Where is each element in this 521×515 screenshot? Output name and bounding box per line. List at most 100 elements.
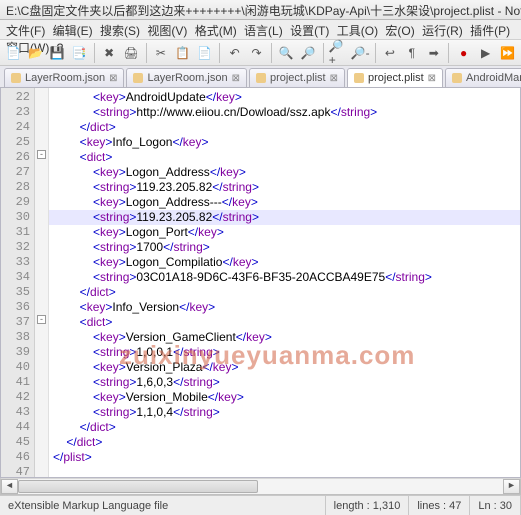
status-filetype: eXtensible Markup Language file <box>0 496 326 515</box>
tab-label: AndroidManifest.xml <box>466 72 521 84</box>
record-macro-icon[interactable]: ● <box>454 42 473 64</box>
menu-item[interactable]: 视图(V) <box>147 24 187 38</box>
play-macro-icon[interactable]: ▶ <box>476 42 495 64</box>
scroll-thumb[interactable] <box>18 480 258 493</box>
code-line: <key>Version_Plaza</key> <box>53 360 520 375</box>
file-icon <box>256 73 266 83</box>
tab-close-icon[interactable]: ⊠ <box>109 73 117 84</box>
cut-icon[interactable]: ✂ <box>151 42 170 64</box>
fold-gutter: -- <box>35 88 49 477</box>
document-tab[interactable]: project.plist⊠ <box>249 68 345 87</box>
paste-icon[interactable]: 📄 <box>195 42 214 64</box>
editor-area: 22 23 24 25 26 27 28 29 30 31 32 33 34 3… <box>0 88 521 478</box>
menu-item[interactable]: 宏(O) <box>385 24 414 38</box>
code-line: <string>03C01A18-9D6C-43F6-BF35-20ACCBA4… <box>53 270 520 285</box>
scroll-track[interactable] <box>18 479 503 494</box>
zoom-out-icon[interactable]: 🔎- <box>351 42 370 64</box>
save-icon[interactable]: 💾 <box>48 42 67 64</box>
toolbar-separator <box>219 43 220 63</box>
fold-toggle-icon[interactable]: - <box>37 150 46 159</box>
code-line: </dict> <box>53 285 520 300</box>
toolbar-separator <box>448 43 449 63</box>
copy-icon[interactable]: 📋 <box>173 42 192 64</box>
code-line: <string>1,1,0,4</string> <box>53 405 520 420</box>
code-line: </dict> <box>53 120 520 135</box>
status-bar: eXtensible Markup Language file length :… <box>0 495 521 515</box>
code-line: <key>Version_GameClient</key> <box>53 330 520 345</box>
file-icon <box>354 73 364 83</box>
new-file-icon[interactable]: 📄 <box>4 42 23 64</box>
status-ln: Ln : 30 <box>470 496 521 515</box>
menu-item[interactable]: 插件(P) <box>470 24 510 38</box>
scroll-left-button[interactable]: ◄ <box>1 479 18 494</box>
code-line: </dict> <box>53 420 520 435</box>
save-all-icon[interactable]: 📑 <box>70 42 89 64</box>
print-icon[interactable]: 🖨 <box>122 42 141 64</box>
code-line: <dict> <box>53 150 520 165</box>
replace-icon[interactable]: 🔎 <box>299 42 318 64</box>
code-line: </plist> <box>53 450 520 465</box>
menu-item[interactable]: 编辑(E) <box>53 24 93 38</box>
zoom-in-icon[interactable]: 🔎+ <box>329 42 348 64</box>
file-icon <box>11 73 21 83</box>
show-all-icon[interactable]: ¶ <box>402 42 421 64</box>
document-tab[interactable]: LayerRoom.json ⊠ <box>126 68 246 87</box>
tab-close-icon[interactable]: ⊠ <box>232 73 240 84</box>
code-line: <string>1,0,0,1</string> <box>53 345 520 360</box>
toolbar-separator <box>146 43 147 63</box>
tab-bar: LayerRoom.json⊠LayerRoom.json⊠project.pl… <box>0 66 521 88</box>
open-file-icon[interactable]: 📂 <box>26 42 45 64</box>
code-line: <key>Info_Logon</key> <box>53 135 520 150</box>
code-line: <key>Logon_Compilatio</key> <box>53 255 520 270</box>
menu-item[interactable]: 格式(M) <box>195 24 237 38</box>
scroll-right-button[interactable]: ► <box>503 479 520 494</box>
code-line: <string>1700</string> <box>53 240 520 255</box>
menu-bar: 文件(F) 编辑(E) 搜索(S) 视图(V) 格式(M) 语言(L) 设置(T… <box>0 20 521 40</box>
code-line: </dict> <box>53 435 520 450</box>
undo-icon[interactable]: ↶ <box>225 42 244 64</box>
playback-multi-icon[interactable]: ⏩ <box>498 42 517 64</box>
fold-toggle-icon[interactable]: - <box>37 315 46 324</box>
status-lines: lines : 47 <box>409 496 470 515</box>
code-line: <string>http://www.eiiou.cn/Dowload/ssz.… <box>53 105 520 120</box>
tab-close-icon[interactable]: ⊠ <box>330 73 338 84</box>
code-line: <key>AndroidUpdate</key> <box>53 90 520 105</box>
code-line: <key>Logon_Address---</key> <box>53 195 520 210</box>
tab-label: LayerRoom.json <box>25 72 105 84</box>
toolbar-separator <box>94 43 95 63</box>
indent-icon[interactable]: ➡ <box>424 42 443 64</box>
document-tab[interactable]: LayerRoom.json ⊠ <box>4 68 124 87</box>
code-line: <string>1,6,0,3</string> <box>53 375 520 390</box>
code-line: <string>119.23.205.82</string> <box>53 210 520 225</box>
document-tab[interactable]: project.plist ⊠ <box>347 68 443 87</box>
menu-item[interactable]: 文件(F) <box>6 24 45 38</box>
horizontal-scrollbar[interactable]: ◄ ► <box>0 478 521 495</box>
menu-item[interactable]: 搜索(S) <box>100 24 140 38</box>
code-line: <key>Logon_Port</key> <box>53 225 520 240</box>
toolbar-separator <box>323 43 324 63</box>
code-line: <key>Info_Version</key> <box>53 300 520 315</box>
toolbar-separator <box>375 43 376 63</box>
line-number-gutter: 22 23 24 25 26 27 28 29 30 31 32 33 34 3… <box>1 88 35 477</box>
close-icon[interactable]: ✖ <box>100 42 119 64</box>
code-view[interactable]: <key>AndroidUpdate</key> <string>http://… <box>49 88 520 477</box>
wordwrap-icon[interactable]: ↩ <box>380 42 399 64</box>
menu-item[interactable]: 设置(T) <box>290 24 329 38</box>
find-icon[interactable]: 🔍 <box>277 42 296 64</box>
menu-item[interactable]: 工具(O) <box>337 24 378 38</box>
code-line: <key>Version_Mobile</key> <box>53 390 520 405</box>
file-icon <box>452 73 462 83</box>
menu-item[interactable]: 语言(L) <box>244 24 283 38</box>
status-length: length : 1,310 <box>326 496 410 515</box>
tab-label: LayerRoom.json <box>147 72 227 84</box>
document-tab[interactable]: AndroidManifest.xml⊠ <box>445 68 521 87</box>
window-titlebar: E:\C盘固定文件夹以后都到这边来++++++++\闲游电玩城\KDPay-Ap… <box>0 0 521 20</box>
redo-icon[interactable]: ↷ <box>247 42 266 64</box>
code-line: <key>Logon_Address</key> <box>53 165 520 180</box>
tab-close-icon[interactable]: ⊠ <box>428 73 436 84</box>
file-icon <box>133 73 143 83</box>
menu-item[interactable]: 运行(R) <box>422 24 463 38</box>
tab-label: project.plist <box>368 72 424 84</box>
code-line: <string>119.23.205.82</string> <box>53 180 520 195</box>
toolbar: 📄 📂 💾 📑 ✖ 🖨 ✂ 📋 📄 ↶ ↷ 🔍 🔎 🔎+ 🔎- ↩ ¶ ➡ ● … <box>0 40 521 66</box>
